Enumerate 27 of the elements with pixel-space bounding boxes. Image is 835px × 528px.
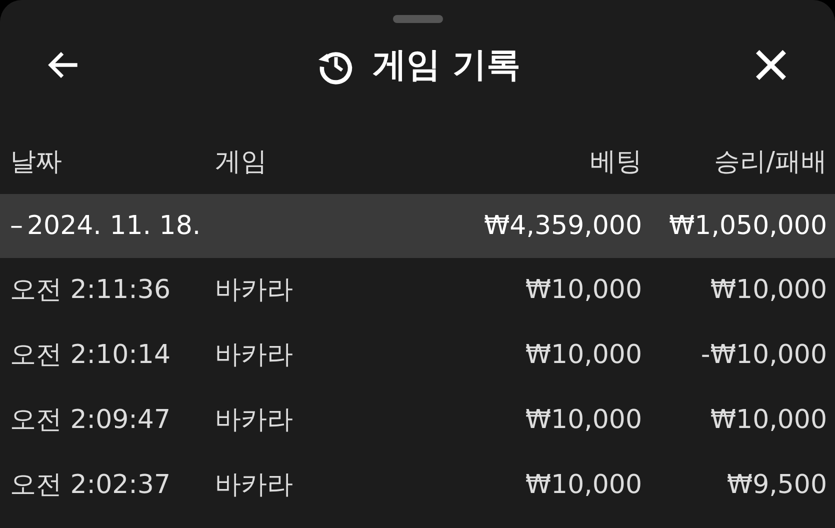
screen-title: 게임 기록: [372, 44, 520, 86]
result-cell-text: ₩10,000: [709, 404, 827, 437]
time-cell-text: 오전 2:02:37: [10, 469, 172, 502]
bet-cell-text: ₩10,000: [524, 274, 642, 307]
bet-cell-text: ₩10,000: [524, 339, 642, 372]
game-cell-text: 바카라: [215, 404, 294, 437]
column-header: 베팅: [589, 146, 642, 178]
game-cell-text: 바카라: [215, 469, 294, 502]
group-result-total: ₩1,050,000: [668, 210, 827, 242]
column-header: 날짜: [10, 146, 63, 178]
column-header: 게임: [215, 146, 268, 178]
collapse-toggle[interactable]: –: [10, 206, 27, 246]
group-row[interactable]: –2024. 11. 18. ₩4,359,000 ₩1,050,000: [0, 194, 835, 258]
time-cell-text: 오전 2:09:47: [10, 404, 172, 437]
time-cell-text: 오전 2:10:14: [10, 339, 172, 372]
time-cell-text: 오전 2:11:36: [10, 274, 172, 307]
game-cell-text: 바카라: [215, 339, 294, 372]
group-bet-total: ₩4,359,000: [482, 210, 642, 242]
result-cell-text: ₩10,000: [709, 274, 827, 307]
result-cell-text: ₩9,500: [726, 469, 827, 502]
column-header: 승리/패배: [713, 146, 827, 178]
group-date: 2024. 11. 18.: [27, 210, 201, 242]
game-cell-text: 바카라: [215, 274, 294, 307]
bet-cell-text: ₩10,000: [524, 469, 642, 502]
drag-handle[interactable]: [393, 15, 443, 23]
result-cell-text: -₩10,000: [700, 339, 827, 372]
bet-cell-text: ₩10,000: [524, 404, 642, 437]
